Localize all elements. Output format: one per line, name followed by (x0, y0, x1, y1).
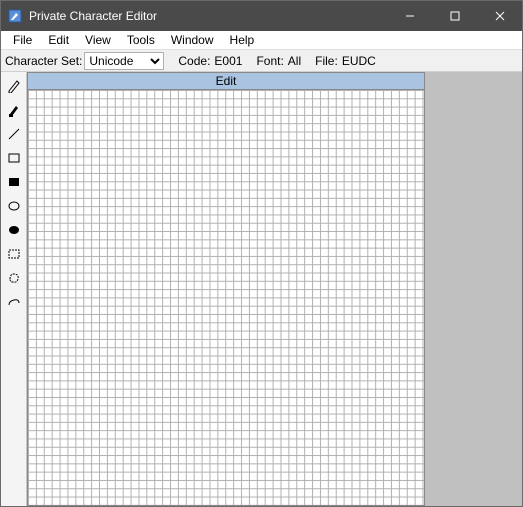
ellipse-fill-icon (7, 223, 21, 237)
charset-select[interactable]: Unicode (84, 52, 164, 70)
rect-fill-icon (7, 175, 21, 189)
app-window: Private Character Editor File Edit View … (0, 0, 523, 507)
ellipse-outline-tool[interactable] (3, 195, 25, 217)
rect-fill-tool[interactable] (3, 171, 25, 193)
font-value: All (288, 54, 301, 68)
window-controls (387, 1, 522, 31)
close-button[interactable] (477, 1, 522, 31)
toolbox (1, 72, 27, 506)
font-label: Font: (256, 54, 283, 68)
eraser-tool[interactable] (3, 291, 25, 313)
menu-tools[interactable]: Tools (119, 31, 163, 49)
file-value: EUDC (342, 54, 376, 68)
canvas-header: Edit (28, 73, 424, 90)
line-icon (7, 127, 21, 141)
charset-label: Character Set: (5, 54, 82, 68)
code-value: E001 (214, 54, 242, 68)
workarea: Edit (1, 72, 522, 506)
menubar: File Edit View Tools Window Help (1, 31, 522, 51)
maximize-button[interactable] (432, 1, 477, 31)
rect-select-icon (7, 247, 21, 261)
ellipse-fill-tool[interactable] (3, 219, 25, 241)
right-gutter (425, 72, 522, 506)
brush-icon (7, 103, 21, 117)
app-icon (7, 8, 23, 24)
menu-window[interactable]: Window (163, 31, 222, 49)
menu-edit[interactable]: Edit (40, 31, 77, 49)
minimize-button[interactable] (387, 1, 432, 31)
pencil-icon (7, 79, 21, 93)
code-label: Code: (178, 54, 210, 68)
rect-outline-icon (7, 151, 21, 165)
menu-file[interactable]: File (5, 31, 40, 49)
canvas-container: Edit (27, 72, 425, 506)
file-label: File: (315, 54, 338, 68)
free-select-tool[interactable] (3, 267, 25, 289)
ellipse-outline-icon (7, 199, 21, 213)
infobar: Character Set: Unicode Code: E001 Font: … (1, 50, 522, 72)
menu-help[interactable]: Help (222, 31, 263, 49)
pencil-tool[interactable] (3, 75, 25, 97)
titlebar: Private Character Editor (1, 1, 522, 31)
line-tool[interactable] (3, 123, 25, 145)
menu-view[interactable]: View (77, 31, 119, 49)
rect-outline-tool[interactable] (3, 147, 25, 169)
eraser-icon (7, 295, 21, 309)
window-title: Private Character Editor (29, 9, 387, 23)
canvas-frame: Edit (27, 72, 425, 506)
rect-select-tool[interactable] (3, 243, 25, 265)
free-select-icon (7, 271, 21, 285)
brush-tool[interactable] (3, 99, 25, 121)
edit-grid[interactable] (28, 90, 424, 505)
